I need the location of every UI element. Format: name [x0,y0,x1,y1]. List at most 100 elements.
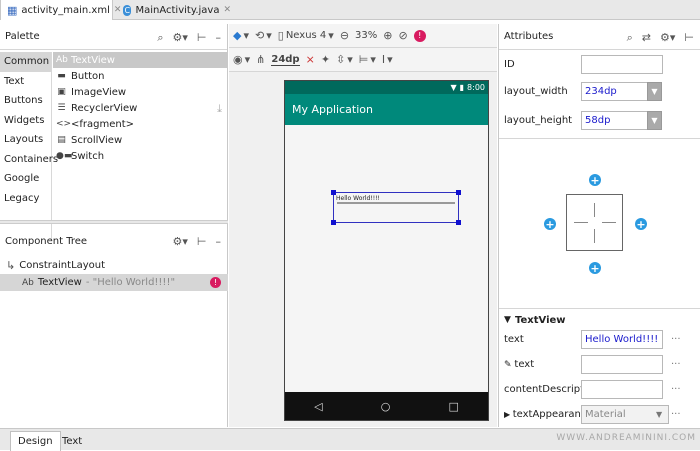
tools-text-label: text [514,358,535,370]
palette-category-legacy[interactable]: Legacy [0,189,51,209]
palette-category-text[interactable]: Text [0,72,51,92]
content-description-field[interactable] [581,379,663,399]
add-top-constraint-icon[interactable]: + [589,174,601,186]
palette-widget-recyclerview[interactable]: ☰ RecyclerView ⤓ [53,100,228,116]
align-dropdown[interactable]: ⊨ ▾ [359,54,376,65]
pin-icon[interactable]: ⊢ [684,32,694,43]
text-field[interactable]: Hello World!!!! [581,329,663,349]
attribute-row-content-description: contentDescriptio ··· [499,378,700,400]
layout-width-field[interactable]: 234dp [581,81,648,101]
palette-widget-fragment[interactable]: <> <fragment> [53,116,228,132]
more-options-icon[interactable]: ··· [671,334,681,345]
tab-text[interactable]: Text [55,431,89,451]
palette-widget-button[interactable]: ▬ Button [53,68,228,84]
search-icon[interactable]: ⌕ [627,32,633,43]
scrollview-icon: ▤ [57,135,66,145]
autoconnect-toggle[interactable]: ⋔ [256,54,265,65]
close-tab-icon[interactable]: ✕ [223,5,231,15]
app-title: My Application [292,103,373,116]
selected-textview[interactable]: Hello World!!!! [331,190,461,225]
fragment-icon: <> [56,119,72,129]
minimize-icon[interactable]: – [216,236,222,247]
more-options-icon[interactable]: ··· [671,409,681,420]
resize-handle-top-left[interactable] [331,190,336,195]
layout-width-dropdown[interactable]: ▼ [647,81,662,101]
width-indicator-left [574,222,588,223]
attribute-label: layout_width [504,85,568,97]
watermark: WWW.ANDREAMININI.COM [556,433,696,443]
swap-view-icon[interactable]: ⇄ [642,32,651,43]
palette-category-google[interactable]: Google [0,169,51,189]
tools-text-field[interactable] [581,354,663,374]
chevron-down-icon: ▼ [651,86,658,96]
pin-icon[interactable]: ⊢ [197,236,207,247]
tree-item-textview[interactable]: Ab TextView - "Hello World!!!!" ! [0,274,228,291]
add-right-constraint-icon[interactable]: + [635,218,647,230]
minimize-icon[interactable]: – [216,32,222,43]
pack-dropdown[interactable]: ⇳ ▾ [336,54,353,65]
panel-splitter[interactable] [0,220,228,224]
view-options-dropdown[interactable]: ◉ ▾ [233,54,250,65]
infer-constraints-button[interactable]: ✦ [321,54,330,65]
align-icon: ⊨ [358,53,369,66]
tree-item-constraintlayout[interactable]: ↳ ConstraintLayout [0,257,228,274]
guidelines-dropdown[interactable]: I ▾ [382,54,393,65]
download-icon[interactable]: ⤓ [217,103,222,114]
default-margin-button[interactable]: 24dp [271,54,300,66]
error-icon[interactable]: ! [210,277,221,288]
zoom-out-button[interactable]: ⊖ [340,30,349,41]
palette-category-containers[interactable]: Containers [0,150,58,170]
section-title: TextView [515,314,566,326]
attribute-label: layout_height [504,114,573,126]
recents-icon[interactable]: □ [449,400,459,413]
palette-category-widgets[interactable]: Widgets [0,111,51,131]
layout-height-field[interactable]: 58dp [581,110,648,130]
layers-dropdown[interactable]: ◆ ▾ [233,30,249,41]
palette-widget-imageview[interactable]: ▣ ImageView [53,84,228,100]
home-icon[interactable]: ○ [381,400,391,413]
palette-category-list: Common Text Buttons Widgets Layouts Cont… [0,52,58,240]
back-icon[interactable]: ◁ [314,400,322,413]
zoom-level: 33% [355,30,378,41]
layout-height-dropdown[interactable]: ▼ [647,110,662,130]
design-surface: ◆ ▾ ⟲ ▾ ▯ Nexus 4 ▾ ⊖ 33% ⊕ ⊘ ! ◉ ▾ ⋔ 24dp ⨯ … [229,24,497,427]
palette-category-buttons[interactable]: Buttons [0,91,51,111]
gear-icon[interactable]: ⚙▾ [660,32,675,43]
layers-icon: ◆ [233,29,242,42]
error-indicator[interactable]: ! [413,29,426,42]
add-left-constraint-icon[interactable]: + [544,218,556,230]
resize-handle-bottom-right[interactable] [456,220,461,225]
tab-activity-main-xml[interactable]: ▦ activity_main.xml ✕ [0,0,121,20]
palette-category-layouts[interactable]: Layouts [0,130,51,150]
more-options-icon[interactable]: ··· [671,359,681,370]
more-options-icon[interactable]: ··· [671,384,681,395]
orientation-dropdown[interactable]: ⟲ ▾ [255,30,272,41]
tab-main-activity-java[interactable]: C MainActivity.java ✕ [117,0,237,20]
palette-widget-scrollview[interactable]: ▤ ScrollView [53,132,228,148]
zoom-in-button[interactable]: ⊕ [383,30,392,41]
search-icon[interactable]: ⌕ [157,32,163,43]
chevron-down-icon: ▾ [328,29,334,42]
battery-icon: ▮ [459,82,465,92]
palette-category-common[interactable]: Common [0,52,51,72]
tree-item-label: ConstraintLayout [19,260,106,271]
tab-design[interactable]: Design [10,431,61,451]
palette-widget-textview[interactable]: Ab TextView [53,52,228,68]
widget-label: <fragment> [71,118,135,130]
zoom-fit-button[interactable]: ⊘ [398,30,407,41]
clear-constraints-button[interactable]: ⨯ [306,54,315,65]
chevron-down-icon: ▾ [243,29,249,42]
palette-widget-switch[interactable]: ●▬ Switch [53,148,228,164]
gear-icon[interactable]: ⚙▾ [173,236,188,247]
component-tree-title: Component Tree [5,235,88,247]
textview-baseline [337,202,455,204]
gear-icon[interactable]: ⚙▾ [173,32,188,43]
design-toolbar-bottom: ◉ ▾ ⋔ 24dp ⨯ ✦ ⇳ ▾ ⊨ ▾ I ▾ [229,48,497,72]
pin-icon[interactable]: ⊢ [197,32,207,43]
device-dropdown[interactable]: ▯ Nexus 4 ▾ [278,30,334,41]
id-field[interactable] [581,54,663,74]
resize-handle-top-right[interactable] [456,190,461,195]
chevron-down-icon: ▾ [370,53,376,66]
add-bottom-constraint-icon[interactable]: + [589,262,601,274]
resize-handle-bottom-left[interactable] [331,220,336,225]
